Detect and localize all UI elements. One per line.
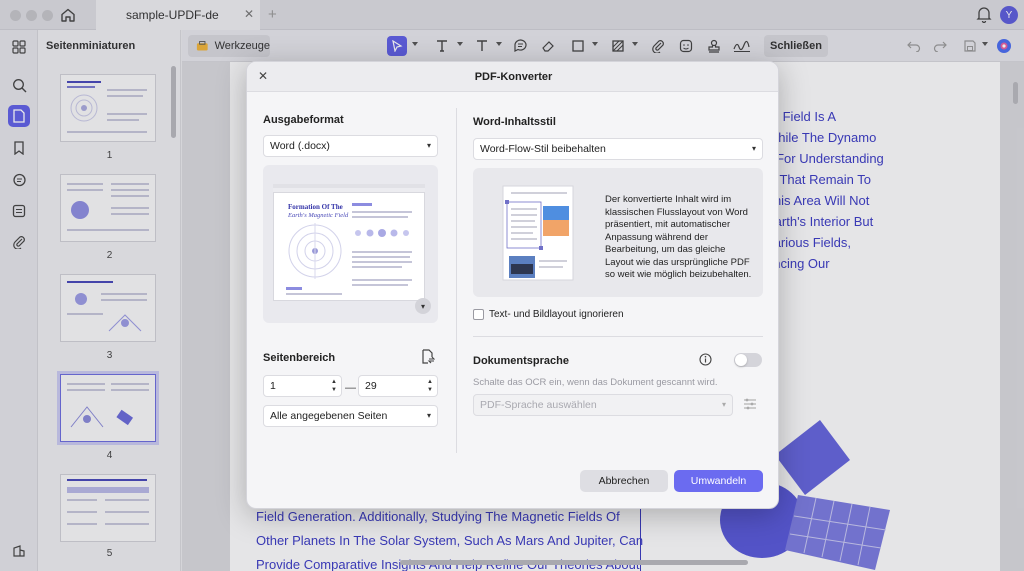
content-style-select[interactable]: Word-Flow-Stil beibehalten ▾ — [473, 138, 763, 160]
content-style-value: Word-Flow-Stil beibehalten — [480, 143, 606, 155]
chevron-down-icon: ▾ — [426, 411, 431, 420]
dialog-title: PDF-Konverter — [474, 71, 553, 83]
preview-page: Formation Of The Earth's Magnetic Field — [273, 192, 425, 301]
toggle-knob — [735, 354, 747, 366]
output-format-value: Word (.docx) — [270, 140, 330, 152]
ignore-layout-checkbox[interactable] — [473, 309, 484, 320]
range-separator: — — [345, 382, 356, 394]
ocr-toggle[interactable] — [734, 353, 762, 367]
preview-expand-icon[interactable]: ▾ — [415, 298, 431, 314]
column-separator — [456, 108, 457, 453]
language-settings-icon[interactable] — [743, 397, 757, 414]
page-to-stepper[interactable]: 29 ▲ ▼ — [358, 375, 438, 397]
pdf-language-select[interactable]: PDF-Sprache auswählen ▾ — [473, 394, 733, 416]
page-subset-value: Alle angegebenen Seiten — [270, 410, 388, 422]
output-format-label: Ausgabeformat — [263, 114, 344, 126]
chevron-down-icon: ▾ — [751, 144, 756, 153]
info-icon[interactable] — [699, 353, 712, 369]
ignore-layout-label: Text- und Bildlayout ignorieren — [489, 309, 624, 320]
chevron-down-icon: ▾ — [721, 400, 726, 409]
section-divider — [473, 336, 763, 337]
dialog-header: ✕ PDF-Konverter — [247, 62, 778, 92]
content-style-description: Der konvertierte Inhalt wird im klassisc… — [605, 194, 752, 280]
page-to-value: 29 — [365, 380, 377, 392]
ocr-hint: Schalte das OCR ein, wenn das Dokument g… — [473, 377, 718, 388]
cancel-button[interactable]: Abbrechen — [580, 470, 668, 492]
pdf-converter-dialog: ✕ PDF-Konverter Ausgabeformat Word (.doc… — [246, 61, 779, 509]
flow-layout-illustration — [502, 185, 574, 281]
page-from-value: 1 — [270, 380, 276, 392]
preview-subtitle: Earth's Magnetic Field — [288, 212, 349, 219]
pdf-language-placeholder: PDF-Sprache auswählen — [480, 399, 597, 411]
stepper-arrows-icon[interactable]: ▲ ▼ — [427, 378, 433, 394]
format-preview: Formation Of The Earth's Magnetic Field — [263, 165, 438, 323]
page-subset-select[interactable]: Alle angegebenen Seiten ▾ — [263, 405, 438, 427]
page-range-label: Seitenbereich — [263, 352, 336, 364]
doc-language-label: Dokumentsprache — [473, 355, 569, 367]
content-style-info-card: Der konvertierte Inhalt wird im klassisc… — [473, 168, 763, 297]
content-style-label: Word-Inhaltsstil — [473, 116, 556, 128]
preview-title: Formation Of The — [288, 203, 343, 211]
page-range-settings-icon[interactable] — [421, 349, 436, 367]
convert-button[interactable]: Umwandeln — [674, 470, 763, 492]
chevron-down-icon: ▾ — [426, 141, 431, 150]
stepper-arrows-icon[interactable]: ▲ ▼ — [331, 378, 337, 394]
page-from-stepper[interactable]: 1 ▲ ▼ — [263, 375, 342, 397]
output-format-select[interactable]: Word (.docx) ▾ — [263, 135, 438, 157]
preview-diagram — [288, 223, 342, 279]
